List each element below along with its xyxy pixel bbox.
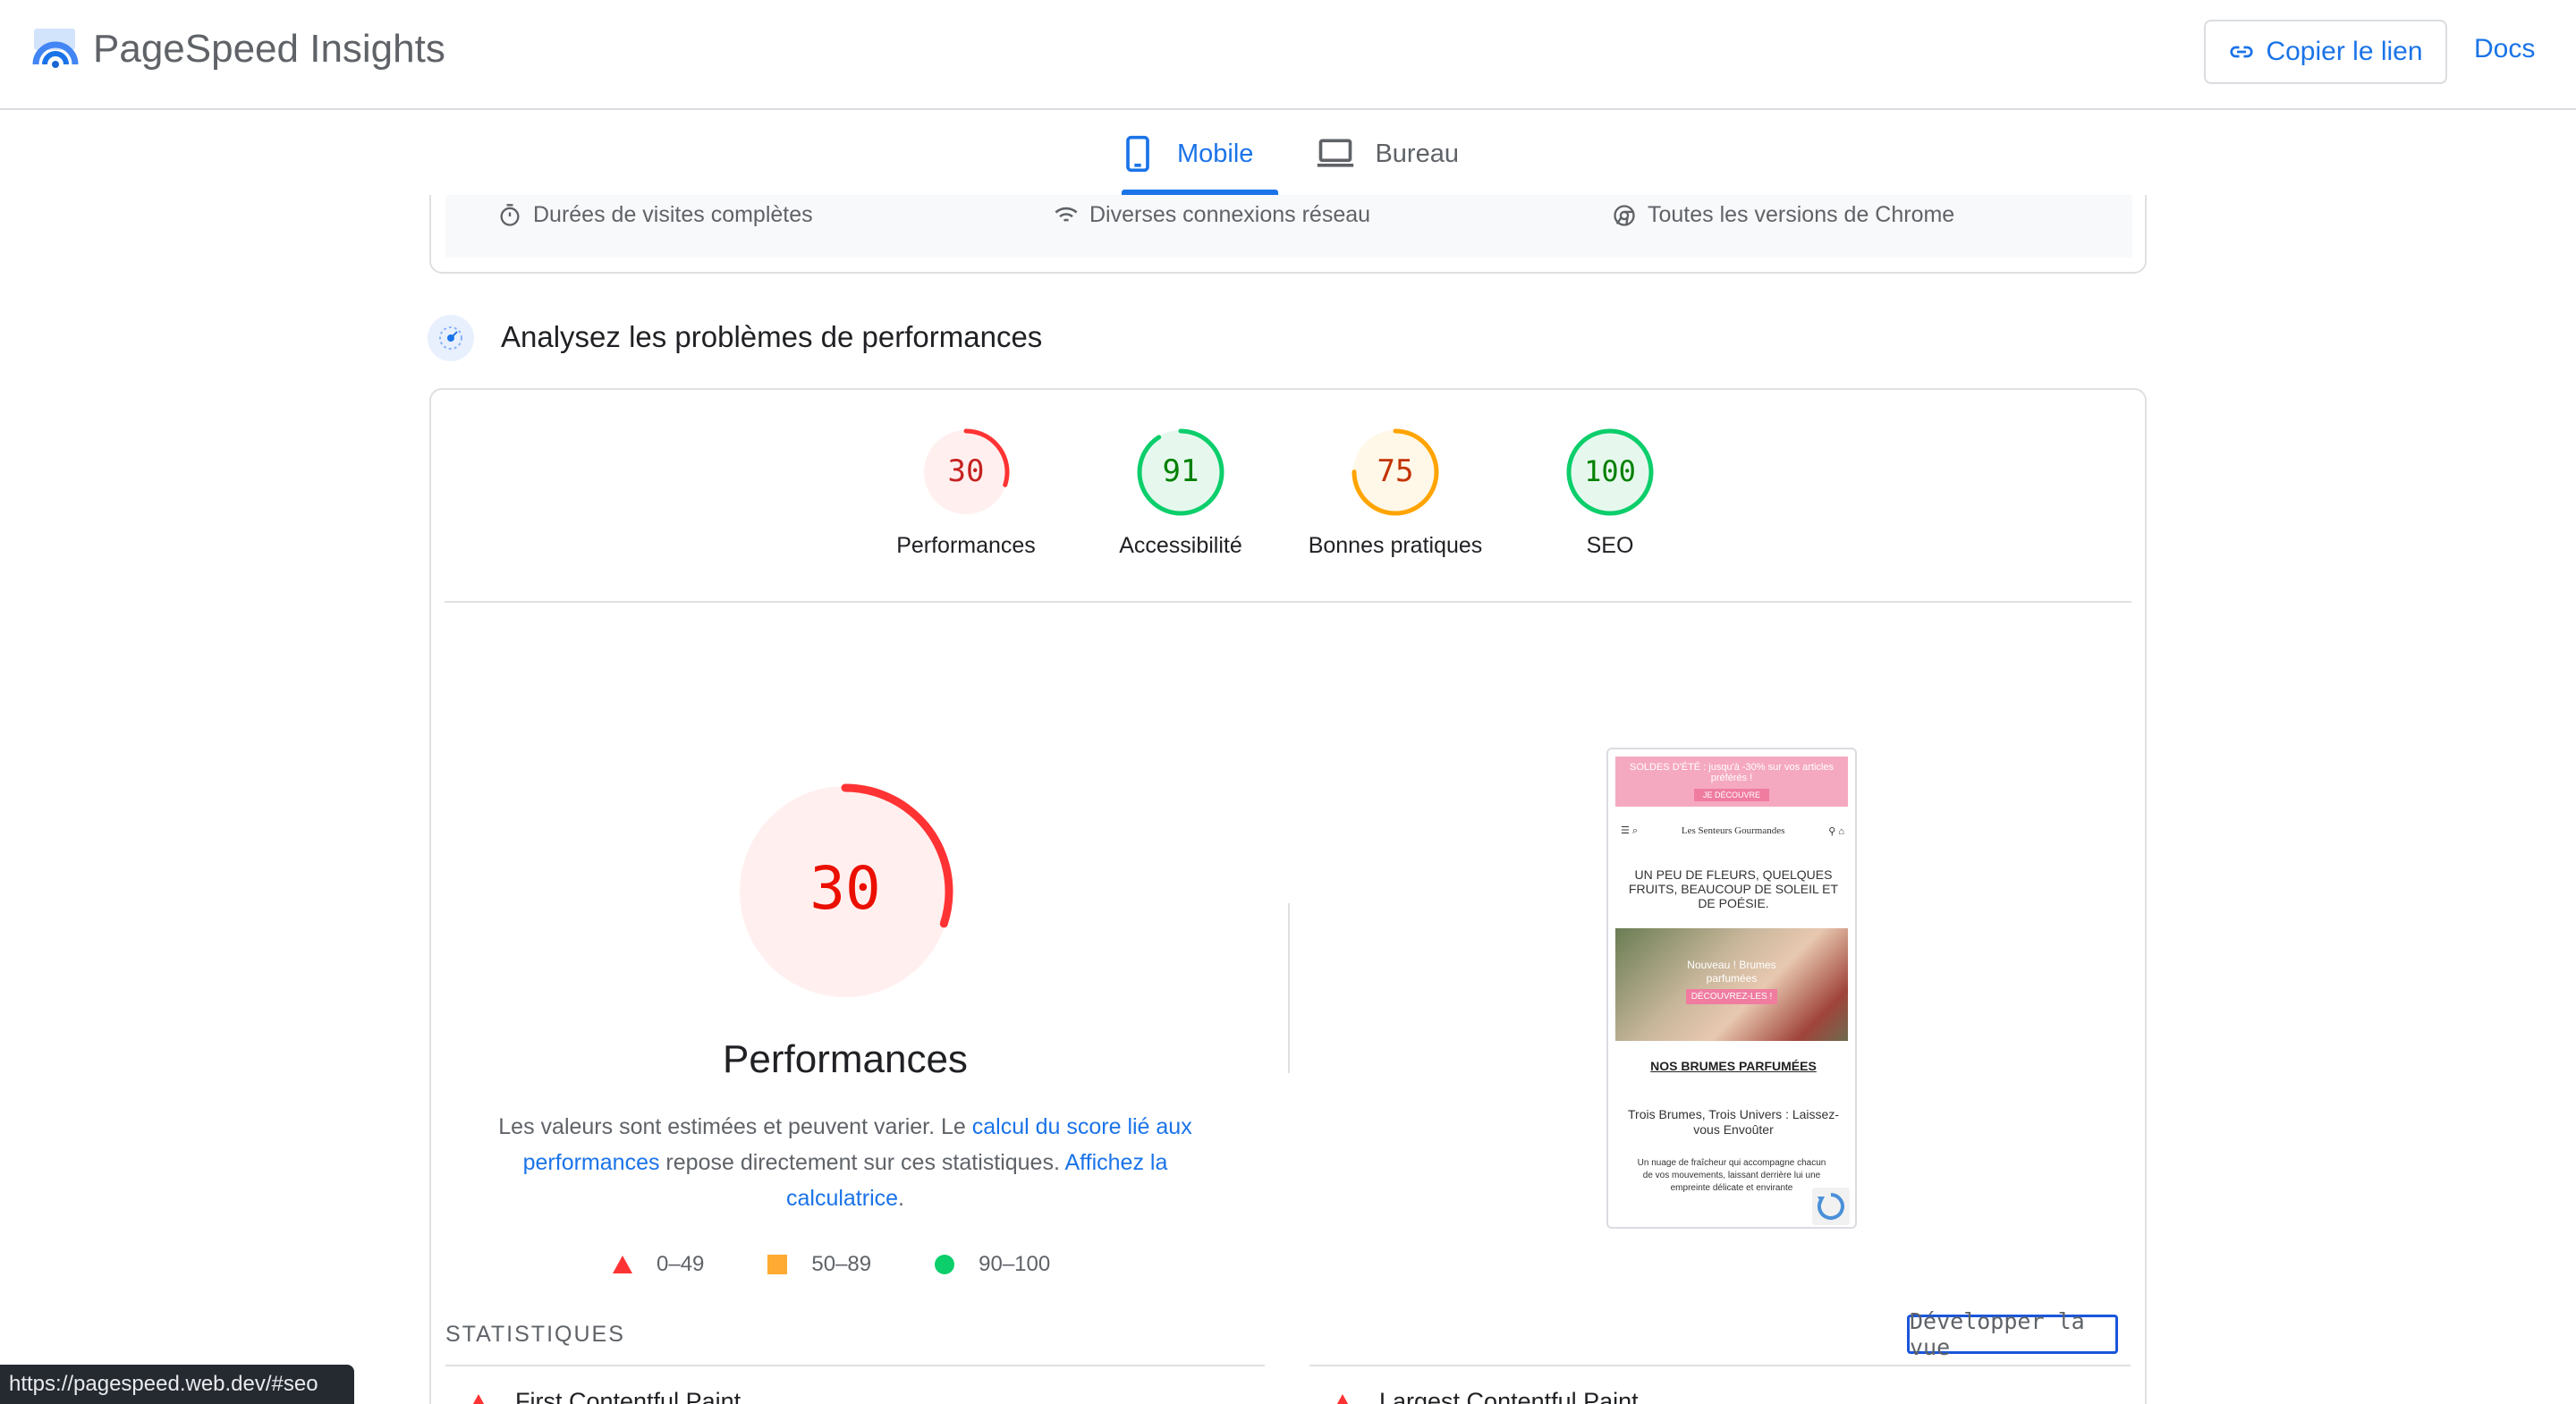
hero-button: DÉCOUVREZ-LES ! (1685, 989, 1778, 1004)
screenshot-banner-text: SOLDES D'ÉTÉ : jusqu'à -30% sur vos arti… (1630, 762, 1834, 783)
screenshot-hero-image: Nouveau ! Brumes parfumées DÉCOUVREZ-LES… (1615, 928, 1848, 1041)
stats-title: STATISTIQUES (445, 1322, 625, 1347)
performance-title: Performances (723, 1037, 968, 1081)
screenshot-headline: UN PEU DE FLEURS, QUELQUES FRUITS, BEAUC… (1628, 867, 1839, 910)
timer-icon (500, 203, 520, 226)
column-divider (1288, 903, 1290, 1073)
hero-caption-text: Nouveau ! Brumes parfumées (1687, 959, 1776, 985)
docs-link[interactable]: Docs (2474, 34, 2535, 64)
top-bar: PageSpeed Insights Copier le lien Docs (0, 0, 2576, 110)
status-bar-url: https://pagespeed.web.dev/#seo (0, 1365, 354, 1404)
legend-label: 0–49 (657, 1252, 705, 1276)
score-gauge: 75 (1352, 428, 1439, 516)
stats-divider-right (1309, 1365, 2131, 1366)
expand-view-button[interactable]: Développer la vue (1907, 1308, 2118, 1360)
score-gauge: 91 (1137, 428, 1224, 516)
score-legend: 0–49 50–89 90–100 (612, 1252, 1050, 1277)
recaptcha-icon (1812, 1188, 1850, 1225)
final-screenshot: SOLDES D'ÉTÉ : jusqu'à -30% sur vos arti… (1606, 748, 1857, 1229)
device-tabs: Mobile Bureau (1109, 125, 1468, 197)
gauge-score: 30 (948, 453, 985, 489)
pagespeed-logo-icon[interactable] (32, 25, 80, 73)
desc-text: repose directement sur ces statistiques. (659, 1150, 1065, 1175)
env-item-chrome: Toutes les versions de Chrome (1612, 202, 1954, 228)
copy-link-label: Copier le lien (2266, 37, 2423, 66)
network-icon (1055, 207, 1078, 222)
screenshot-banner: SOLDES D'ÉTÉ : jusqu'à -30% sur vos arti… (1615, 757, 1848, 807)
score-gauge: 100 (1566, 428, 1654, 516)
smartphone-icon (1126, 135, 1149, 173)
square-icon (767, 1255, 788, 1274)
screenshot-hero-caption: Nouveau ! Brumes parfumées DÉCOUVREZ-LES… (1678, 959, 1785, 1004)
screenshot-nav: ☰ ⌕ Les Senteurs Gourmandes ⚲ ⌂ (1621, 819, 1844, 842)
metric-fcp: First Contentful Paint (469, 1388, 741, 1404)
gauge-score: 100 (1584, 454, 1636, 488)
gauge-score: 75 (1377, 453, 1414, 489)
gauge-label: SEO (1586, 533, 1634, 558)
gauges-divider (445, 601, 2131, 603)
environment-row: Durées de visites complètes Diverses con… (445, 195, 2132, 258)
metric-label: Largest Contentful Paint (1379, 1388, 1639, 1404)
link-icon (2230, 46, 2254, 58)
legend-label: 90–100 (979, 1252, 1051, 1276)
screenshot-subtitle: NOS BRUMES PARFUMÉES (1650, 1059, 1817, 1073)
screenshot-body: Un nuage de fraîcheur qui accompagne cha… (1637, 1158, 1826, 1193)
fail-triangle-icon (472, 1393, 485, 1404)
gauge-performance[interactable]: 30 Performances (859, 427, 1073, 559)
category-gauges: 30 Performances 91 Accessibilité 75 Bonn… (859, 427, 1717, 559)
legend-label: 50–89 (811, 1252, 872, 1276)
desc-text: Les valeurs sont estimées et peuvent var… (498, 1114, 972, 1139)
app-title: PageSpeed Insights (93, 27, 445, 71)
triangle-icon (613, 1256, 632, 1273)
tab-mobile[interactable]: Mobile (1109, 125, 1279, 195)
section-title: Analysez les problèmes de performances (501, 320, 1043, 353)
gauge-best-practices[interactable]: 75 Bonnes pratiques (1288, 427, 1503, 559)
performance-big-gauge: 30 (737, 783, 953, 1000)
legend-fail: 0–49 (612, 1252, 704, 1277)
stats-divider-left (445, 1365, 1265, 1366)
screenshot-brand: Les Senteurs Gourmandes (1681, 825, 1785, 836)
performance-big-score: 30 (809, 854, 880, 923)
screenshot-banner-button: JE DÉCOUVRE (1693, 789, 1769, 801)
gauge-seo[interactable]: 100 SEO (1503, 427, 1717, 559)
gauge-label: Bonnes pratiques (1308, 533, 1483, 558)
account-cart-icon: ⚲ ⌂ (1828, 825, 1844, 837)
metric-label: First Contentful Paint (515, 1388, 741, 1404)
menu-icon: ☰ ⌕ (1621, 825, 1639, 836)
desc-text: . (898, 1186, 904, 1211)
score-gauge: 30 (922, 428, 1010, 516)
env-item-label: Durées de visites complètes (533, 202, 813, 227)
gauge-accessibility[interactable]: 91 Accessibilité (1073, 427, 1288, 559)
legend-pass: 90–100 (934, 1252, 1050, 1277)
circle-icon (935, 1255, 955, 1274)
gauge-label: Accessibilité (1119, 533, 1242, 558)
env-item-label: Diverses connexions réseau (1089, 202, 1371, 227)
metric-lcp: Largest Contentful Paint (1333, 1388, 1639, 1404)
gauge-score: 91 (1163, 453, 1199, 489)
tab-desktop-label: Bureau (1375, 139, 1459, 168)
env-item-network: Diverses connexions réseau (1054, 202, 1370, 228)
env-item-visit-duration: Durées de visites complètes (497, 202, 813, 228)
tab-desktop[interactable]: Bureau (1307, 125, 1468, 182)
performance-description: Les valeurs sont estimées et peuvent var… (483, 1109, 1208, 1216)
environment-card: Durées de visites complètes Diverses con… (429, 195, 2147, 274)
env-item-label: Toutes les versions de Chrome (1648, 202, 1955, 227)
laptop-icon (1318, 139, 1354, 167)
fail-triangle-icon (1336, 1393, 1349, 1404)
legend-average: 50–89 (767, 1252, 871, 1277)
copy-link-button[interactable]: Copier le lien (2204, 20, 2447, 84)
diagnose-icon (428, 315, 474, 361)
tab-mobile-label: Mobile (1177, 139, 1254, 168)
gauge-label: Performances (896, 533, 1036, 558)
chrome-icon (1614, 204, 1635, 226)
screenshot-subtitle2: Trois Brumes, Trois Univers : Laissez-vo… (1628, 1107, 1839, 1137)
